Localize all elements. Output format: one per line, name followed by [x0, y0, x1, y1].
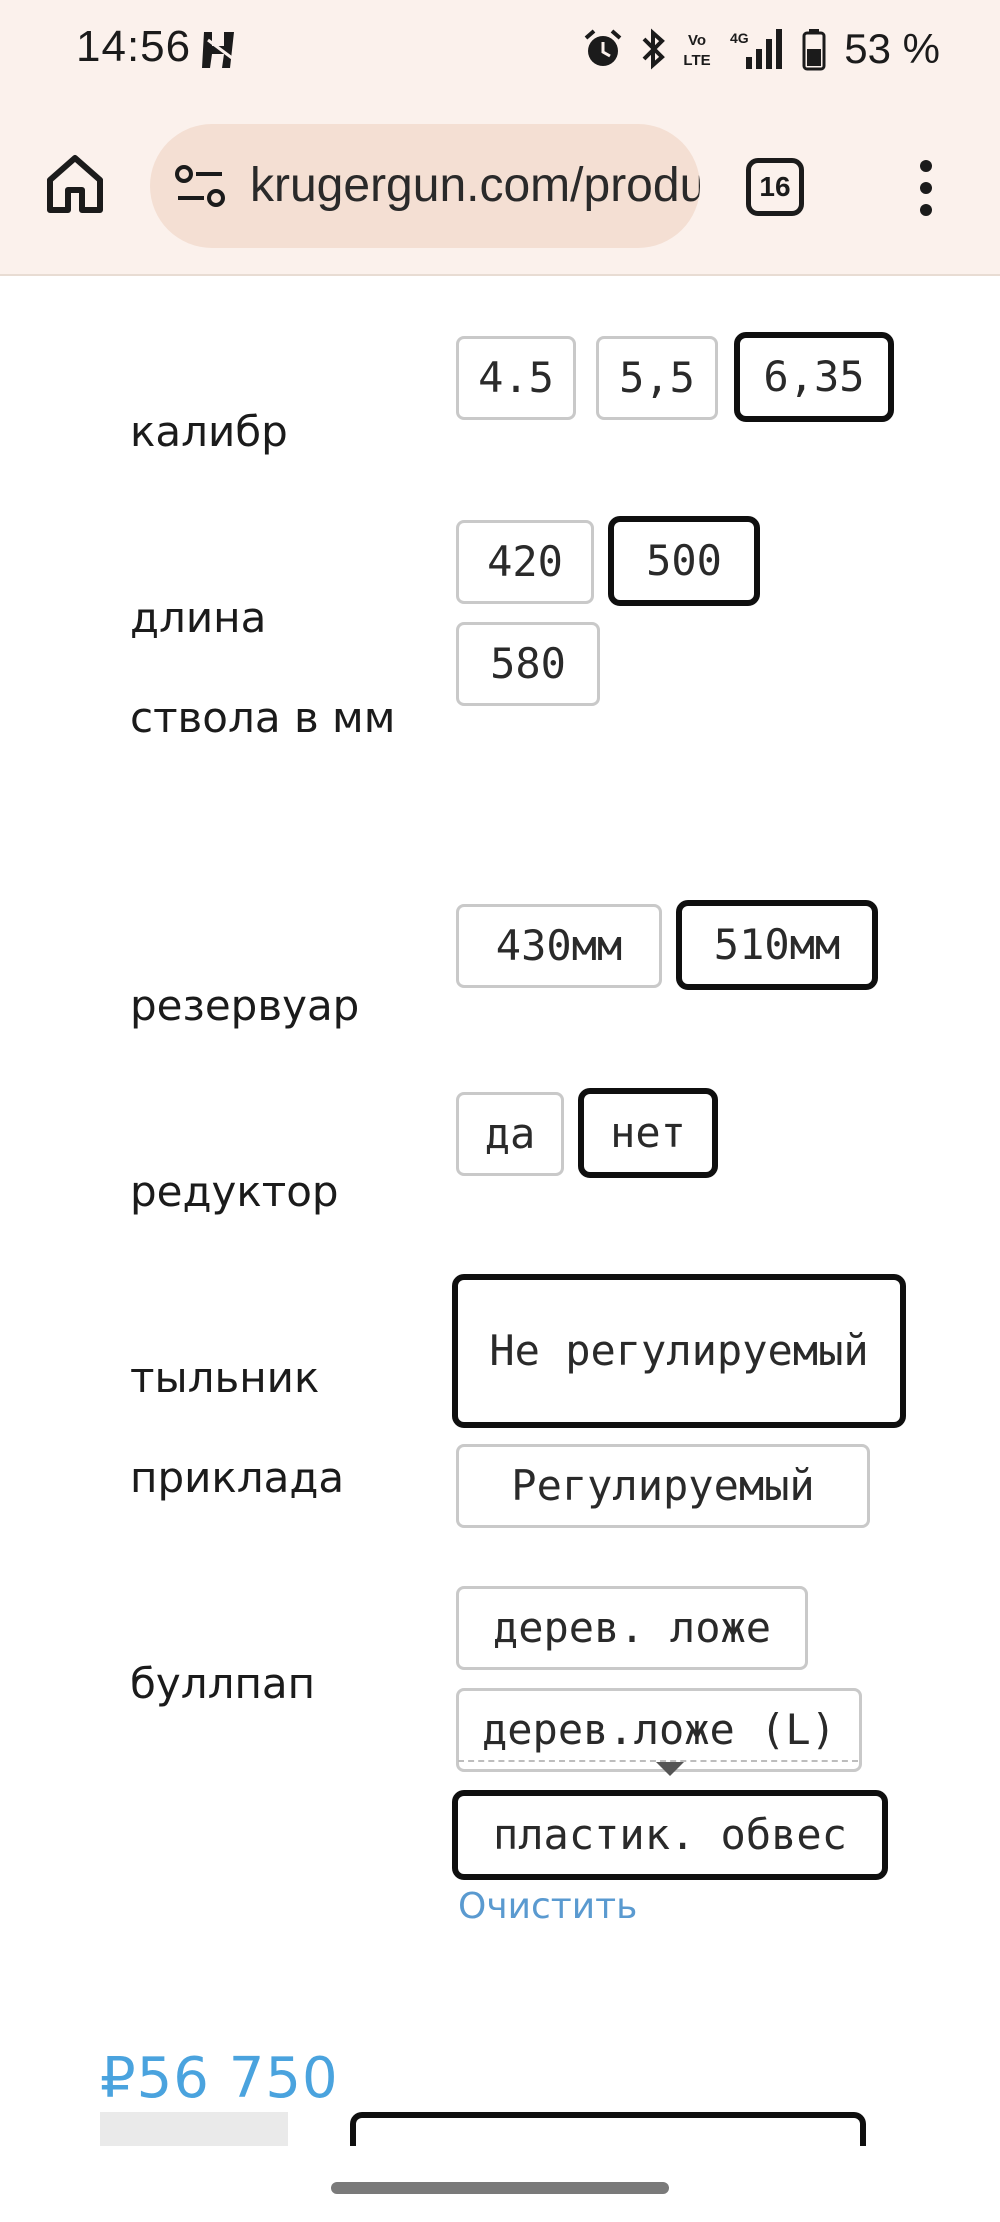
home-icon[interactable] — [42, 150, 108, 216]
clear-selection-link[interactable]: Очистить — [458, 1886, 637, 1927]
attr-label-butt-pad: тыльник приклада — [130, 1328, 430, 1528]
status-icons: Vo LTE 4G 53 % — [582, 24, 940, 74]
svg-text:LTE: LTE — [684, 52, 711, 69]
attr-label-text: длина ствола в мм — [130, 593, 396, 742]
option-caliber-6-35[interactable]: 6,35 — [734, 332, 894, 422]
svg-text:Vo: Vo — [688, 32, 706, 49]
more-menu-icon[interactable] — [908, 156, 944, 220]
option-reservoir-430[interactable]: 430мм — [456, 904, 662, 988]
4g-signal-icon: 4G — [730, 29, 783, 69]
svg-text:4G: 4G — [730, 30, 749, 46]
tabs-icon[interactable]: 16 — [746, 158, 804, 216]
option-bullpup-plastic-kit[interactable]: пластик. обвес — [452, 1790, 888, 1880]
attr-label-text: тыльник приклада — [130, 1353, 345, 1502]
option-bullpup-wood-stock[interactable]: дерев. ложе — [456, 1586, 808, 1670]
option-barrel-580[interactable]: 580 — [456, 622, 600, 706]
address-bar[interactable]: krugergun.com/product — [150, 124, 700, 248]
tab-count: 16 — [759, 171, 791, 202]
site-settings-icon[interactable] — [174, 164, 226, 210]
battery-icon — [802, 29, 826, 71]
option-barrel-500[interactable]: 500 — [608, 516, 760, 606]
battery-percent: 53 % — [844, 25, 940, 72]
product-price: ₽56 750 — [100, 2046, 339, 2111]
bluetooth-icon — [642, 28, 666, 70]
status-time: 14:56 — [76, 22, 192, 71]
option-regulator-yes[interactable]: да — [456, 1092, 564, 1176]
option-buttpad-adjustable[interactable]: Регулируемый — [456, 1444, 870, 1528]
alarm-icon — [584, 29, 622, 66]
home-gesture-bar[interactable] — [331, 2182, 669, 2194]
option-caliber-5-5[interactable]: 5,5 — [596, 336, 718, 420]
option-regulator-no[interactable]: нет — [578, 1088, 718, 1178]
option-reservoir-510[interactable]: 510мм — [676, 900, 878, 990]
attr-label-barrel-length: длина ствола в мм — [130, 568, 430, 768]
quantity-placeholder — [100, 2112, 288, 2146]
option-barrel-420[interactable]: 420 — [456, 520, 594, 604]
attr-label-reservoir: резервуар — [130, 981, 360, 1030]
option-caliber-4-5[interactable]: 4.5 — [456, 336, 576, 420]
h-app-icon — [202, 32, 234, 68]
attr-label-caliber: калибр — [130, 407, 288, 456]
option-buttpad-non-adjustable[interactable]: Не регулируемый — [452, 1274, 906, 1428]
product-variations: калибр 4.5 5,5 6,35 длина ствола в мм 42… — [0, 276, 1000, 2146]
add-to-cart-button[interactable] — [350, 2112, 866, 2146]
attr-label-bullpup: буллпап — [130, 1659, 316, 1708]
status-bar: 14:56 Vo LTE 4G 53 % — [0, 0, 1000, 100]
browser-toolbar: krugergun.com/product 16 — [0, 100, 1000, 276]
url-text[interactable]: krugergun.com/product — [250, 158, 700, 213]
attr-label-regulator: редуктор — [130, 1167, 339, 1216]
navigation-gesture-area — [0, 2146, 1000, 2222]
caret-down-icon — [656, 1762, 684, 1776]
volte-icon: Vo LTE — [684, 32, 711, 69]
